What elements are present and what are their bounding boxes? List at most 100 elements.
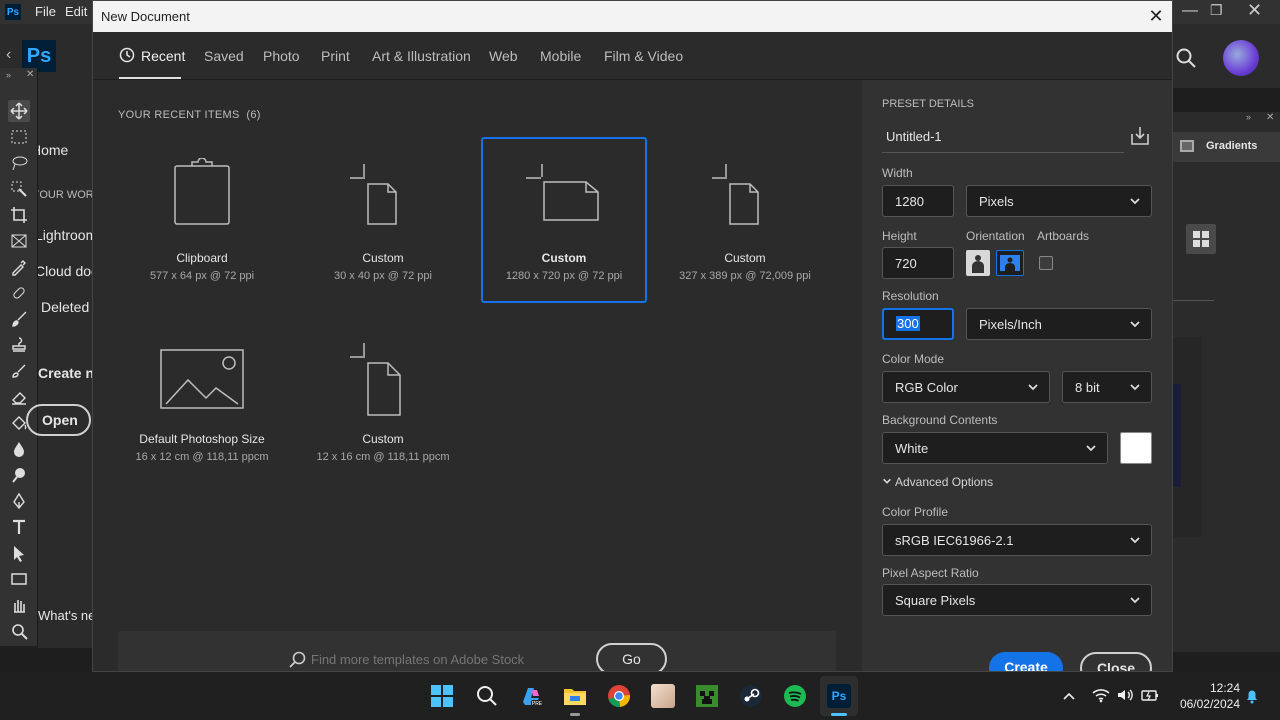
crop-tool-icon[interactable]: [8, 204, 30, 226]
recent-item-custom[interactable]: Custom 12 x 16 cm @ 118,11 ppcm: [300, 319, 466, 485]
open-button[interactable]: Open: [26, 404, 91, 436]
document-name-input[interactable]: Untitled-1: [882, 123, 1124, 153]
create-button[interactable]: Create: [989, 652, 1063, 671]
chrome-icon[interactable]: [607, 684, 631, 708]
menu-file[interactable]: File: [35, 4, 56, 19]
wifi-icon[interactable]: [1092, 687, 1110, 703]
width-label: Width: [882, 166, 913, 180]
resolution-input[interactable]: 300: [882, 308, 954, 340]
tab-web[interactable]: Web: [489, 48, 518, 64]
recent-item-custom[interactable]: Custom 327 x 389 px @ 72,009 ppi: [662, 138, 828, 304]
eyedropper-tool-icon[interactable]: [8, 256, 30, 278]
gradients-tab[interactable]: Gradients: [1172, 132, 1280, 162]
anime-app-icon[interactable]: [651, 684, 675, 708]
height-input[interactable]: 720: [882, 247, 954, 279]
width-input[interactable]: 1280: [882, 185, 954, 217]
pixel-aspect-ratio-label: Pixel Aspect Ratio: [882, 566, 979, 580]
lasso-tool-icon[interactable]: [8, 152, 30, 174]
dodge-tool-icon[interactable]: [8, 464, 30, 486]
rectangle-tool-icon[interactable]: [8, 568, 30, 590]
object-selection-tool-icon[interactable]: [8, 178, 30, 200]
bit-depth-dropdown[interactable]: 8 bit: [1062, 371, 1152, 403]
dialog-close-icon[interactable]: ✕: [1146, 6, 1166, 26]
history-brush-tool-icon[interactable]: [8, 360, 30, 382]
path-selection-tool-icon[interactable]: [8, 542, 30, 564]
healing-brush-tool-icon[interactable]: [8, 282, 30, 304]
resolution-unit-value: Pixels/Inch: [979, 317, 1042, 332]
notification-bell-icon[interactable]: [1245, 688, 1259, 704]
recent-item-clipboard[interactable]: Clipboard 577 x 64 px @ 72 ppi: [119, 138, 285, 304]
type-tool-icon[interactable]: [8, 516, 30, 538]
file-explorer-icon[interactable]: [563, 684, 587, 708]
grid-view-icon[interactable]: [1186, 224, 1216, 254]
color-mode-dropdown[interactable]: RGB Color: [882, 371, 1050, 403]
clock-date[interactable]: 06/02/2024: [1160, 697, 1240, 711]
portrait-orientation-icon[interactable]: [966, 250, 990, 276]
landscape-orientation-icon[interactable]: [996, 250, 1024, 276]
volume-icon[interactable]: [1116, 687, 1134, 703]
tab-recent[interactable]: Recent: [141, 48, 185, 64]
collapse-icon[interactable]: »: [6, 70, 11, 80]
tab-art-illustration[interactable]: Art & Illustration: [372, 48, 471, 64]
hand-tool-icon[interactable]: [8, 594, 30, 616]
minimize-icon[interactable]: —: [1182, 2, 1198, 20]
clone-stamp-tool-icon[interactable]: [8, 334, 30, 356]
tab-mobile[interactable]: Mobile: [540, 48, 581, 64]
marquee-tool-icon[interactable]: [8, 126, 30, 148]
chevron-up-icon[interactable]: [1062, 689, 1076, 703]
recent-item-custom-selected[interactable]: Custom 1280 x 720 px @ 72 ppi: [481, 137, 647, 303]
save-preset-icon[interactable]: [1130, 126, 1150, 146]
whats-new-link[interactable]: What's new: [38, 608, 94, 623]
copilot-icon[interactable]: PRE: [519, 684, 543, 708]
eraser-tool-icon[interactable]: [8, 386, 30, 408]
frame-tool-icon[interactable]: [8, 230, 30, 252]
brush-tool-icon[interactable]: [8, 308, 30, 330]
go-button[interactable]: Go: [596, 643, 667, 671]
tab-photo[interactable]: Photo: [263, 48, 300, 64]
tab-film-video[interactable]: Film & Video: [604, 48, 683, 64]
user-avatar[interactable]: [1223, 40, 1259, 76]
deleted-link[interactable]: Deleted: [38, 299, 94, 315]
recent-item-custom[interactable]: Custom 30 x 40 px @ 72 ppi: [300, 138, 466, 304]
cloud-docs-link[interactable]: Cloud docs: [38, 263, 94, 279]
menu-edit[interactable]: Edit: [65, 4, 87, 19]
restore-icon[interactable]: ❐: [1210, 2, 1223, 19]
minecraft-icon[interactable]: [695, 684, 719, 708]
blur-tool-icon[interactable]: [8, 438, 30, 460]
resolution-unit-dropdown[interactable]: Pixels/Inch: [966, 308, 1152, 340]
artboards-checkbox[interactable]: [1039, 256, 1053, 270]
clock-time[interactable]: 12:24: [1170, 681, 1240, 695]
move-tool-icon[interactable]: [8, 100, 30, 122]
create-new-button[interactable]: Create new: [38, 365, 94, 385]
width-unit-dropdown[interactable]: Pixels: [966, 185, 1152, 217]
background-color-swatch[interactable]: [1120, 432, 1152, 464]
panel-close-icon[interactable]: ✕: [26, 69, 34, 80]
lightroom-link[interactable]: Lightroom: [38, 227, 94, 243]
close-button[interactable]: Close: [1080, 652, 1152, 671]
preset-details-heading: PRESET DETAILS: [882, 98, 974, 110]
color-profile-dropdown[interactable]: sRGB IEC61966-2.1: [882, 524, 1152, 556]
spotify-icon[interactable]: [783, 684, 807, 708]
stock-search-input[interactable]: [311, 647, 581, 671]
tab-print[interactable]: Print: [321, 48, 350, 64]
back-arrow-icon[interactable]: ‹: [6, 46, 11, 64]
home-link[interactable]: Home: [38, 142, 94, 158]
zoom-tool-icon[interactable]: [8, 620, 30, 642]
pixel-aspect-ratio-dropdown[interactable]: Square Pixels: [882, 584, 1152, 616]
pen-tool-icon[interactable]: [8, 490, 30, 512]
windows-start-icon[interactable]: [430, 684, 454, 708]
panel-close-icon[interactable]: ✕: [1266, 112, 1274, 123]
advanced-options-toggle[interactable]: Advanced Options: [882, 475, 993, 489]
window-close-icon[interactable]: ✕: [1247, 0, 1262, 21]
battery-icon[interactable]: [1141, 688, 1159, 702]
tab-saved[interactable]: Saved: [204, 48, 244, 64]
search-icon[interactable]: [1175, 47, 1197, 69]
taskbar-search-icon[interactable]: [475, 684, 499, 708]
recent-item-default-photoshop-size[interactable]: Default Photoshop Size 16 x 12 cm @ 118,…: [119, 319, 285, 485]
steam-icon[interactable]: [739, 684, 763, 708]
recent-item-name: Default Photoshop Size: [139, 432, 265, 446]
background-contents-dropdown[interactable]: White: [882, 432, 1108, 464]
photoshop-taskbar-icon[interactable]: Ps: [827, 684, 851, 708]
collapse-icon[interactable]: »: [1246, 112, 1251, 122]
clipboard-icon: [174, 158, 230, 225]
